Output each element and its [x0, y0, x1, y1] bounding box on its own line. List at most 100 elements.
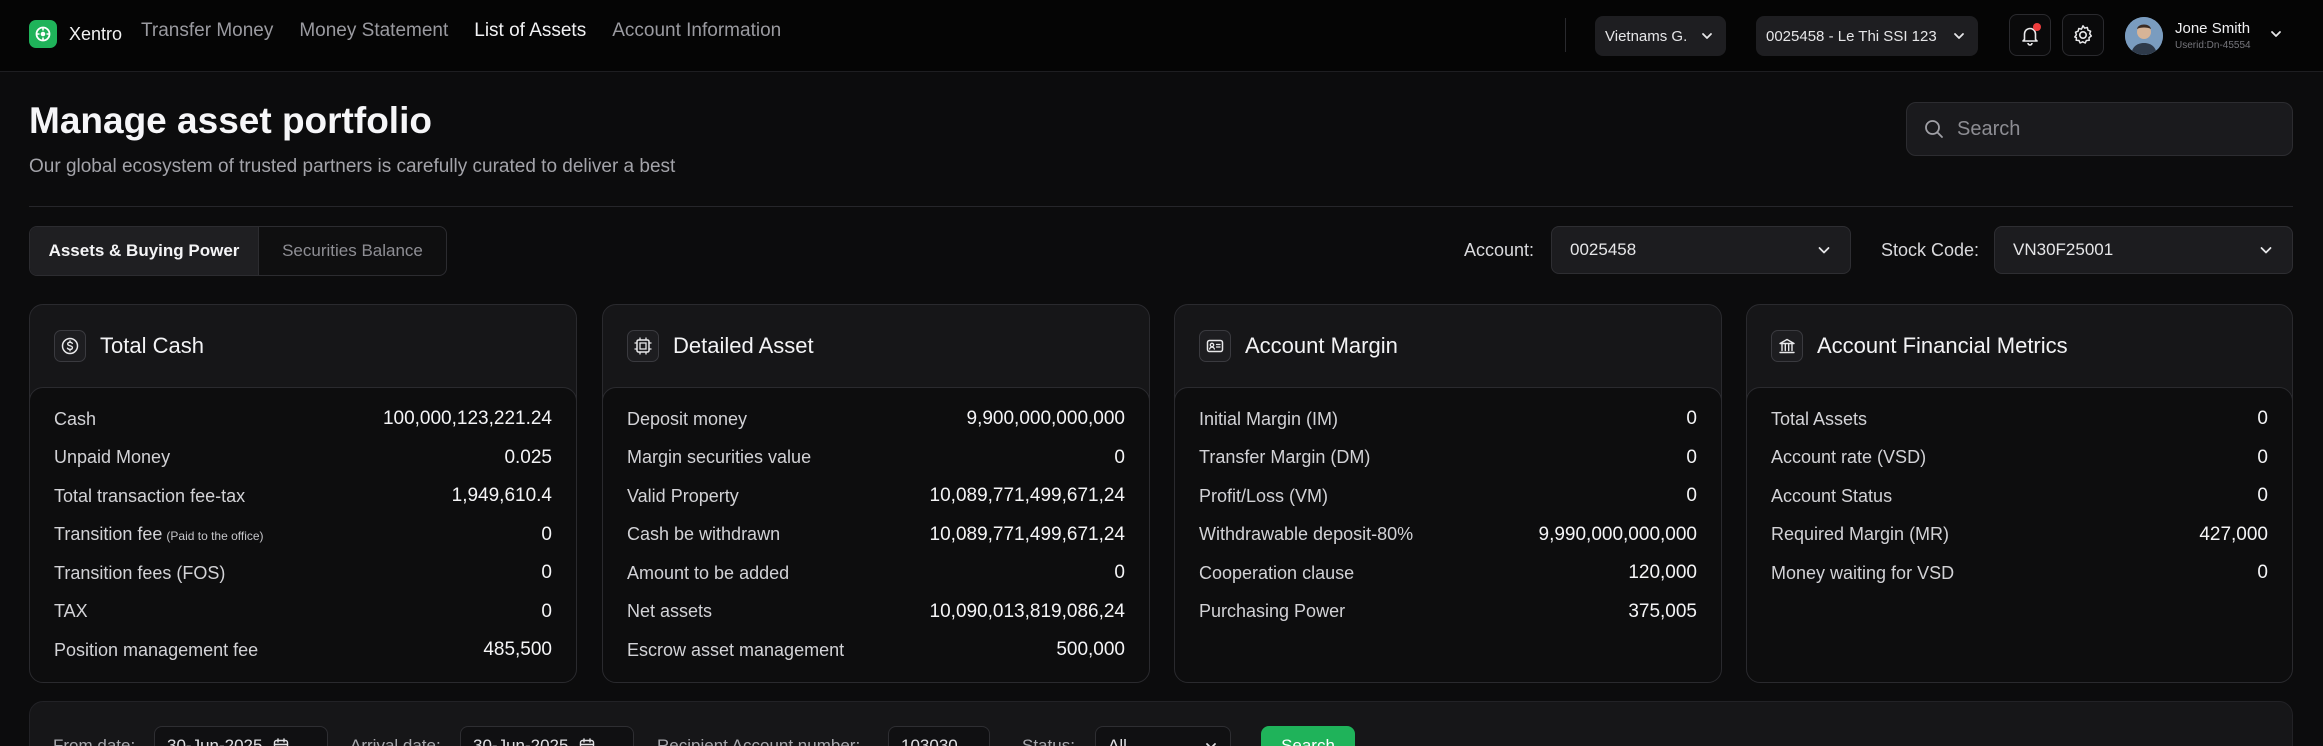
row-value: 0 [1114, 446, 1125, 468]
region-label: Vietnams G. [1605, 27, 1688, 45]
asset-box-icon [627, 330, 659, 362]
status-value: All [1108, 736, 1127, 746]
list-item: Money waiting for VSD 0 [1771, 554, 2268, 593]
row-label: Cash [54, 408, 97, 429]
row-value: 0 [1114, 562, 1125, 584]
nav-list-of-assets[interactable]: List of Assets [474, 20, 586, 42]
app-logo[interactable]: Xentro [29, 20, 122, 48]
status-label: Status: [1022, 736, 1075, 746]
dollar-circle-icon [54, 330, 86, 362]
tab-assets-buying-power[interactable]: Assets & Buying Power [30, 227, 259, 275]
header-divider [1565, 18, 1566, 52]
chevron-down-icon [1702, 33, 1712, 39]
list-item: Total Assets 0 [1771, 400, 2268, 439]
card-title: Total Cash [100, 333, 204, 358]
recipient-account-value: 103030 [901, 736, 958, 746]
nav-money-statement[interactable]: Money Statement [299, 20, 448, 42]
row-label: Amount to be added [627, 562, 790, 583]
notifications-button[interactable] [2009, 14, 2051, 56]
status-select[interactable]: All [1095, 726, 1231, 746]
from-date-field[interactable]: 30-Jun-2025 [154, 726, 328, 746]
tab-securities-balance[interactable]: Securities Balance [259, 227, 446, 275]
settings-button[interactable] [2062, 14, 2104, 56]
list-item: Unpaid Money 0.025 [54, 439, 552, 478]
account-filter-label: Account: [1464, 240, 1535, 260]
nav-account-information[interactable]: Account Information [612, 20, 781, 42]
list-item: Margin securities value 0 [627, 439, 1125, 478]
row-value: 9,900,000,000,000 [966, 408, 1126, 430]
row-label: Total transaction fee-tax [54, 485, 246, 506]
notification-badge [2033, 23, 2041, 31]
arrival-date-field[interactable]: 30-Jun-2025 [460, 726, 634, 746]
view-tabs: Assets & Buying Power Securities Balance [29, 226, 447, 276]
list-item: Deposit money 9,900,000,000,000 [627, 400, 1125, 439]
from-date-value: 30-Jun-2025 [167, 736, 263, 746]
stock-code-filter-value: VN30F25001 [2013, 240, 2114, 259]
row-label: Account rate (VSD) [1771, 447, 1927, 468]
search-input[interactable] [1957, 117, 2277, 141]
list-item: Account rate (VSD) 0 [1771, 439, 2268, 478]
account-filter-value: 0025458 [1570, 240, 1637, 259]
row-value: 10,089,771,499,671,24 [929, 523, 1125, 545]
row-value: 10,090,013,819,086,24 [929, 600, 1125, 622]
recipient-account-label: Recipient Account number: [657, 736, 861, 746]
row-value: 0 [1686, 408, 1697, 430]
chevron-down-icon [1818, 247, 1830, 254]
avatar[interactable] [2125, 17, 2163, 55]
row-value: 0 [2257, 562, 2268, 584]
from-date-label: From date: [53, 736, 136, 746]
list-item: Escrow asset management 500,000 [627, 631, 1125, 670]
xentro-logo-icon [29, 20, 57, 48]
account-selector[interactable]: 0025458 - Le Thi SSI 123 [1756, 16, 1978, 56]
row-value: 0 [1686, 446, 1697, 468]
row-value: 485,500 [483, 639, 552, 661]
stock-code-filter-select[interactable]: VN30F25001 [1994, 226, 2293, 274]
section-divider [29, 206, 2293, 207]
main-nav: Transfer Money Money Statement List of A… [141, 20, 781, 42]
search-box[interactable] [1906, 102, 2293, 156]
row-label: Profit/Loss (VM) [1199, 485, 1329, 506]
list-item: Purchasing Power 375,005 [1199, 593, 1697, 632]
page-subtitle: Our global ecosystem of trusted partners… [29, 156, 676, 177]
row-note: (Paid to the office) [166, 529, 264, 544]
list-item: Account Status 0 [1771, 477, 2268, 516]
list-item: Initial Margin (IM) 0 [1199, 400, 1697, 439]
user-menu-chevron-icon[interactable] [2268, 26, 2284, 42]
card-body: Total Assets 0 Account rate (VSD) 0 Accoun… [1747, 387, 2292, 682]
search-button[interactable]: Search [1261, 726, 1355, 746]
row-label: Money waiting for VSD [1771, 562, 1955, 583]
list-item: Total transaction fee-tax 1,949,610.4 [54, 477, 552, 516]
row-label: Initial Margin (IM) [1199, 408, 1339, 429]
chevron-down-icon [1206, 743, 1216, 746]
page-title: Manage asset portfolio [29, 100, 432, 141]
account-financial-metrics-card: Account Financial Metrics Total Assets 0 … [1746, 304, 2293, 683]
stock-code-filter-label: Stock Code: [1881, 240, 1980, 260]
list-item: Amount to be added 0 [627, 554, 1125, 593]
account-selector-label: 0025458 - Le Thi SSI 123 [1766, 27, 1937, 45]
nav-transfer-money[interactable]: Transfer Money [141, 20, 273, 42]
user-name: Jone Smith [2175, 20, 2251, 37]
row-value: 0 [2257, 408, 2268, 430]
row-label: Transition fees (FOS) [54, 562, 226, 583]
row-value: 1,949,610.4 [451, 485, 552, 507]
card-body: Initial Margin (IM) 0 Transfer Margin (DM… [1175, 387, 1721, 682]
row-label: Valid Property [627, 485, 739, 506]
region-selector[interactable]: Vietnams G. [1595, 16, 1726, 56]
id-card-icon [1199, 330, 1231, 362]
row-value: 375,005 [1628, 600, 1697, 622]
row-value: 500,000 [1056, 639, 1125, 661]
row-label: Required Margin (MR) [1771, 524, 1950, 545]
row-value: 0 [1686, 485, 1697, 507]
list-item: Transition fee (Paid to the office) 0 [54, 516, 552, 555]
account-filter-select[interactable]: 0025458 [1551, 226, 1851, 274]
row-label: Position management fee [54, 639, 259, 660]
list-item: Net assets 10,090,013,819,086,24 [627, 593, 1125, 632]
row-label: Escrow asset management [627, 639, 845, 660]
row-value: 120,000 [1628, 562, 1697, 584]
row-label: Net assets [627, 601, 713, 622]
list-item: Cash 100,000,123,221.24 [54, 400, 552, 439]
recipient-account-field[interactable]: 103030 [888, 726, 990, 746]
bank-icon [1771, 330, 1803, 362]
list-item: TAX 0 [54, 593, 552, 632]
calendar-icon [580, 738, 595, 746]
